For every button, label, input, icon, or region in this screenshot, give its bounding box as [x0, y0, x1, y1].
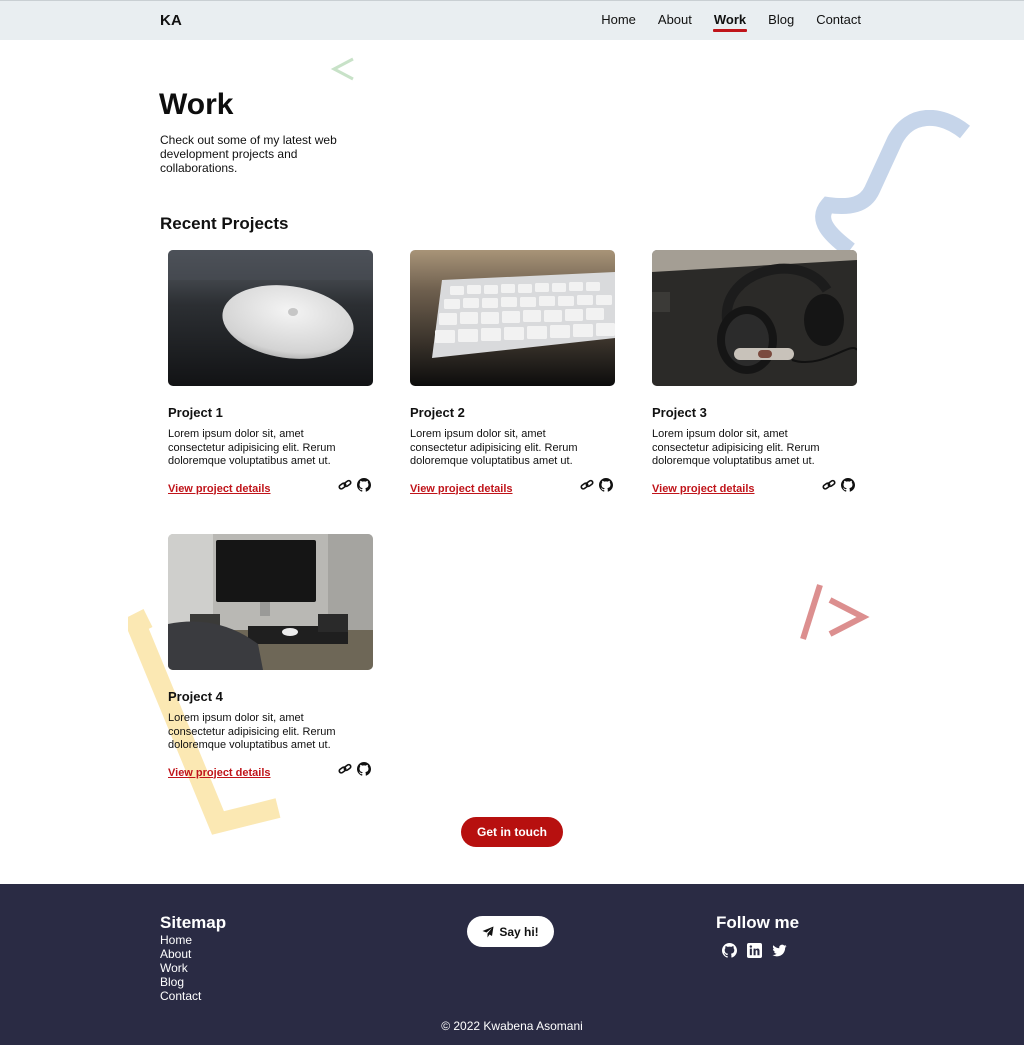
project-image-desk-setup[interactable]: [168, 534, 373, 670]
nav-about[interactable]: About: [657, 1, 693, 41]
project-description: Lorem ipsum dolor sit, amet consectetur …: [410, 428, 578, 467]
github-icon[interactable]: [357, 761, 371, 776]
project-card-4: Project 4 Lorem ipsum dolor sit, amet co…: [168, 534, 373, 782]
link-icon[interactable]: [338, 762, 352, 776]
project-card-2: Project 2 Lorem ipsum dolor sit, amet co…: [410, 250, 615, 498]
sitemap-link-home[interactable]: Home: [160, 933, 192, 947]
sitemap-list: Home About Work Blog Contact: [160, 933, 201, 1003]
nav-home[interactable]: Home: [600, 1, 637, 41]
github-icon[interactable]: [722, 943, 737, 958]
view-project-link[interactable]: View project details: [652, 483, 755, 495]
say-hi-button[interactable]: Say hi!: [467, 916, 554, 947]
page-title: Work: [159, 88, 234, 121]
follow-title: Follow me: [716, 913, 800, 932]
project-icons: [338, 761, 371, 776]
get-in-touch-button[interactable]: Get in touch: [461, 817, 563, 847]
sitemap-link-blog[interactable]: Blog: [160, 975, 184, 989]
project-title: Project 2: [410, 405, 465, 420]
github-icon[interactable]: [357, 477, 371, 492]
linkedin-icon[interactable]: [747, 943, 762, 958]
sitemap-link-work[interactable]: Work: [160, 961, 188, 975]
view-project-link[interactable]: View project details: [410, 483, 513, 495]
project-description: Lorem ipsum dolor sit, amet consectetur …: [168, 712, 336, 751]
github-icon[interactable]: [599, 477, 613, 492]
project-title: Project 3: [652, 405, 707, 420]
paper-plane-icon: [482, 926, 494, 937]
copyright-text: © 2022 Kwabena Asomani: [441, 1019, 583, 1033]
view-project-link[interactable]: View project details: [168, 483, 271, 495]
sitemap-link-about[interactable]: About: [160, 947, 191, 961]
link-icon[interactable]: [580, 478, 594, 492]
project-image-magic-mouse[interactable]: [168, 250, 373, 386]
project-description: Lorem ipsum dolor sit, amet consectetur …: [168, 428, 336, 467]
deco-curly-brace-icon: [815, 110, 970, 255]
site-logo[interactable]: KA: [160, 12, 182, 29]
main-nav: Home About Work Blog Contact: [600, 1, 862, 41]
project-icons: [822, 477, 855, 492]
say-hi-label: Say hi!: [499, 924, 539, 939]
github-icon[interactable]: [841, 477, 855, 492]
nav-work[interactable]: Work: [712, 1, 748, 41]
project-footer: View project details: [652, 477, 857, 498]
link-icon[interactable]: [822, 478, 836, 492]
project-card-1: Project 1 Lorem ipsum dolor sit, amet co…: [168, 250, 373, 498]
sitemap-title: Sitemap: [160, 913, 227, 932]
link-icon[interactable]: [338, 478, 352, 492]
page-intro: Check out some of my latest web developm…: [160, 133, 337, 175]
project-title: Project 1: [168, 405, 223, 420]
deco-closing-tag-icon: [800, 584, 870, 640]
nav-contact[interactable]: Contact: [815, 1, 862, 41]
sitemap-link-contact[interactable]: Contact: [160, 989, 201, 1003]
project-title: Project 4: [168, 689, 223, 704]
project-image-headphones[interactable]: [652, 250, 857, 386]
project-image-keyboard[interactable]: [410, 250, 615, 386]
project-card-3: Project 3 Lorem ipsum dolor sit, amet co…: [652, 250, 857, 498]
nav-blog[interactable]: Blog: [767, 1, 795, 41]
section-title: Recent Projects: [160, 214, 289, 233]
project-footer: View project details: [168, 761, 373, 782]
project-footer: View project details: [410, 477, 615, 498]
view-project-link[interactable]: View project details: [168, 767, 271, 779]
social-links: [722, 943, 787, 958]
site-footer: Sitemap Home About Work Blog Contact Say…: [0, 884, 1024, 1045]
project-icons: [580, 477, 613, 492]
site-header: KA Home About Work Blog Contact: [0, 0, 1024, 40]
project-footer: View project details: [168, 477, 373, 498]
project-description: Lorem ipsum dolor sit, amet consectetur …: [652, 428, 820, 467]
deco-angle-bracket-icon: [330, 57, 354, 81]
project-icons: [338, 477, 371, 492]
twitter-icon[interactable]: [772, 943, 787, 958]
